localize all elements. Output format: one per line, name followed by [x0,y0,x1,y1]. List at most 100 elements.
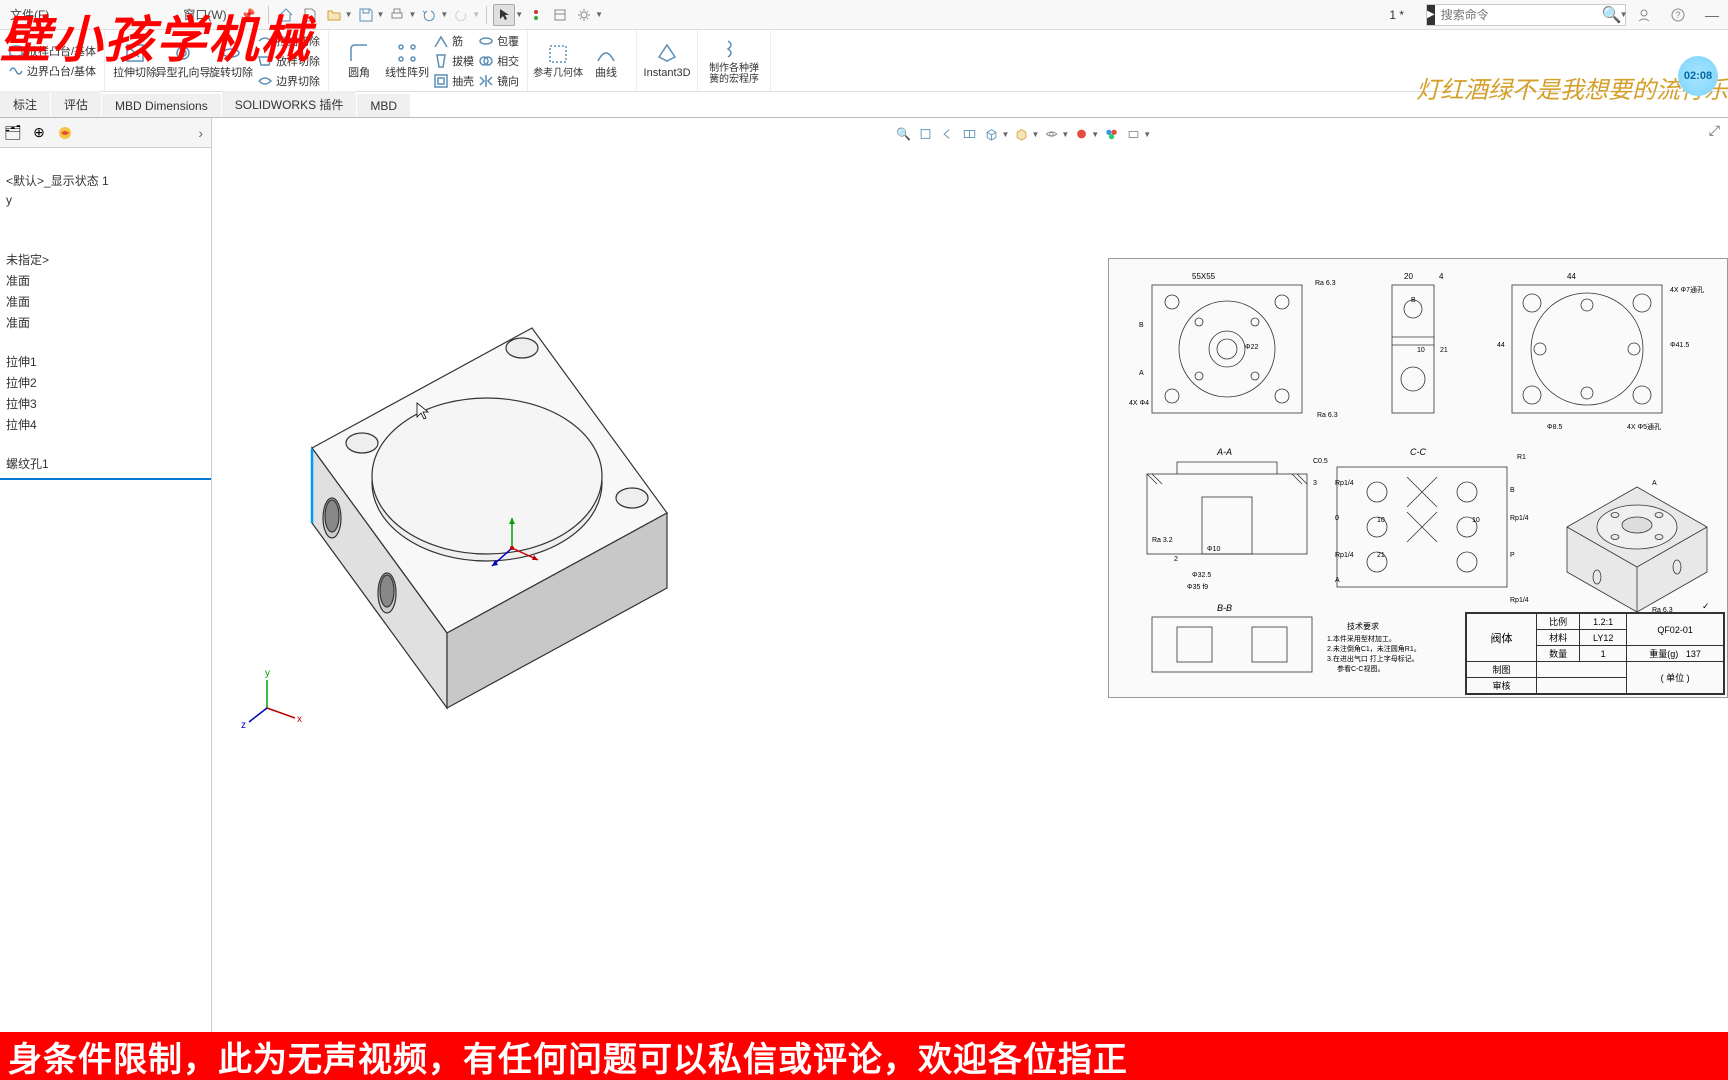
hide-show-icon[interactable] [1041,124,1061,144]
svg-text:Φ35 f9: Φ35 f9 [1187,584,1208,591]
svg-text:Ra 6.3: Ra 6.3 [1315,280,1336,287]
svg-text:Φ32.5: Φ32.5 [1192,572,1211,579]
boundary-cut-button[interactable]: 边界切除 [255,72,322,90]
svg-text:Φ22: Φ22 [1245,344,1258,351]
rib-button[interactable]: 筋 [431,32,476,50]
heads-up-toolbar: 🔍 ▼ ▼ ▼ ▼ ▼ [892,122,1154,146]
svg-text:R1: R1 [1517,454,1526,461]
property-tab-icon[interactable]: ⊕ [28,122,50,144]
tab-mbd[interactable]: MBD [357,94,410,117]
svg-text:A-A: A-A [1216,447,1232,457]
section-view-icon[interactable] [960,124,980,144]
svg-text:10: 10 [1472,517,1480,524]
wrap-button[interactable]: 包覆 [476,32,521,50]
feature-extrude3[interactable]: 拉伸3 [0,393,211,414]
svg-text:2.未注倒角C1，未注圆角R1。: 2.未注倒角C1，未注圆角R1。 [1327,644,1421,653]
svg-text:技术要求: 技术要求 [1347,621,1379,631]
tab-annotate[interactable]: 标注 [0,91,50,117]
feature-tree[interactable]: <默认>_显示状态 1 y 未指定> 准面 准面 准面 拉伸1 拉伸2 拉伸3 … [0,148,211,1050]
edit-appearance-icon[interactable] [1071,124,1091,144]
open-icon[interactable] [323,4,345,26]
expand-panel-icon[interactable]: › [198,125,209,141]
shell-button[interactable]: 抽壳 [431,72,476,90]
search-command-box[interactable]: ▶ 🔍 ▼ [1426,4,1626,26]
previous-view-icon[interactable] [938,124,958,144]
spring-macro-button[interactable]: 制作各种弹簧的宏程序 [704,35,764,87]
svg-text:Φ41.5: Φ41.5 [1670,342,1689,349]
undo-icon[interactable] [418,4,440,26]
config-tab-icon[interactable] [54,122,76,144]
tree-item[interactable]: y [0,191,211,209]
apply-scene-icon[interactable] [1101,124,1121,144]
video-timer-badge: 02:08 [1678,56,1718,96]
search-icon[interactable]: 🔍 [1602,5,1622,25]
zoom-fit-icon[interactable]: 🔍 [894,124,914,144]
plane-item[interactable]: 准面 [0,312,211,333]
svg-text:Rp1/4: Rp1/4 [1510,597,1529,604]
drawing-title-block: 阀体 比例1.2:1 QF02-01 材料LY12 数量1重量(g) 137 制… [1465,612,1725,695]
feature-tree-tab-icon[interactable]: 🗂 [2,122,24,144]
fillet-button[interactable]: 圆角 [335,39,383,81]
svg-text:Φ10: Φ10 [1207,546,1220,553]
redo-icon [450,4,472,26]
print-icon[interactable] [386,4,408,26]
sidebar-tabs: 🗂 ⊕ › [0,118,211,148]
svg-text:A: A [1139,370,1144,377]
rollback-bar[interactable] [0,478,211,480]
feature-extrude2[interactable]: 拉伸2 [0,372,211,393]
svg-text:20: 20 [1404,272,1413,281]
tab-mbd-dimensions[interactable]: MBD Dimensions [102,94,221,117]
svg-text:55X55: 55X55 [1192,272,1216,281]
svg-text:Ra 3.2: Ra 3.2 [1152,537,1173,544]
svg-text:C-C: C-C [1410,447,1426,457]
plane-item[interactable]: 准面 [0,291,211,312]
svg-text:y: y [265,668,270,679]
select-cursor-icon[interactable] [493,4,515,26]
linear-pattern-button[interactable]: 线性阵列 [383,39,431,81]
curves-button[interactable]: 曲线 [582,39,630,81]
intersect-button[interactable]: 相交 [476,52,521,70]
rebuild-icon[interactable] [525,4,547,26]
svg-text:Ra 6.3: Ra 6.3 [1317,412,1338,419]
svg-text:?: ? [1675,10,1680,20]
doc-modified-indicator: 1 * [1389,8,1404,22]
video-bottom-banner: 身条件限制，此为无声视频，有任何问题可以私信或评论，欢迎各位指正 [0,1032,1728,1080]
svg-text:1.本件采用型材加工。: 1.本件采用型材加工。 [1327,634,1396,643]
save-icon[interactable] [355,4,377,26]
zoom-window-icon[interactable] [916,124,936,144]
svg-text:B-B: B-B [1217,603,1232,613]
feature-extrude4[interactable]: 拉伸4 [0,414,211,435]
material-not-specified[interactable]: 未指定> [0,249,211,270]
svg-text:3: 3 [1313,480,1317,487]
display-style-icon[interactable] [1011,124,1031,144]
tab-evaluate[interactable]: 评估 [51,91,101,117]
svg-text:10: 10 [1377,517,1385,524]
tab-solidworks-addins[interactable]: SOLIDWORKS 插件 [222,91,357,117]
svg-text:z: z [241,720,246,731]
mirror-button[interactable]: 镜向 [476,72,521,90]
plane-item[interactable]: 准面 [0,270,211,291]
svg-text:44: 44 [1567,272,1576,281]
feature-extrude1[interactable]: 拉伸1 [0,351,211,372]
options-icon[interactable] [549,4,571,26]
instant3d-button[interactable]: Instant3D [643,39,691,81]
view-settings-icon[interactable] [1123,124,1143,144]
view-orientation-icon[interactable] [982,124,1002,144]
help-icon[interactable]: ? [1666,3,1690,27]
svg-text:Rp1/4: Rp1/4 [1510,515,1529,522]
display-state-item[interactable]: <默认>_显示状态 1 [0,170,211,191]
svg-text:Rp1/4: Rp1/4 [1335,480,1354,487]
settings-gear-icon[interactable] [573,4,595,26]
feature-thread-hole[interactable]: 螺纹孔1 [0,453,211,474]
search-input[interactable] [1435,8,1602,22]
graphics-viewport[interactable]: ⤢ 🔍 ▼ ▼ ▼ ▼ ▼ [212,118,1728,1050]
expand-viewport-icon[interactable]: ⤢ [1709,122,1720,139]
svg-text:4X Φ4: 4X Φ4 [1129,400,1149,407]
user-icon[interactable] [1632,3,1656,27]
svg-text:A: A [1335,577,1340,584]
svg-text:Rp1/4: Rp1/4 [1335,552,1354,559]
draft-button[interactable]: 拔模 [431,52,476,70]
reference-geometry-button[interactable]: 参考几何体 [534,40,582,81]
minimize-icon[interactable]: — [1700,3,1724,27]
feature-manager-panel: 🗂 ⊕ › <默认>_显示状态 1 y 未指定> 准面 准面 准面 拉伸1 拉伸… [0,118,212,1050]
